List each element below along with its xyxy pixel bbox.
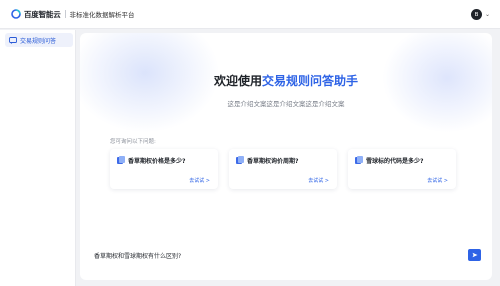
suggestion-card[interactable]: 雪球标的代码是多少? 去试试 >: [348, 149, 456, 189]
try-link[interactable]: 去试试 >: [308, 177, 329, 184]
baidu-cloud-logo-icon: [11, 9, 21, 19]
book-icon: [236, 156, 244, 164]
title-prefix: 欢迎使用: [213, 74, 262, 88]
brand-name: 百度智能云: [24, 9, 61, 19]
book-icon: [117, 156, 125, 164]
suggestion-hint: 您可询问以下问题:: [110, 139, 156, 145]
send-icon: [472, 252, 477, 258]
book-icon: [355, 156, 363, 164]
suggestion-question: 香草期权价格是多少?: [128, 158, 186, 165]
suggestion-card[interactable]: 香草期权询价周期? 去试试 >: [229, 149, 337, 189]
suggestion-question: 香草期权询价周期?: [247, 158, 299, 165]
page-title: 欢迎使用交易规则问答助手: [80, 72, 492, 89]
top-bar: 百度智能云 非标准化数据解析平台 B ⌄: [0, 0, 500, 29]
chat-input[interactable]: 香草期权和雪球期权有什么区别?: [88, 247, 484, 264]
avatar[interactable]: B: [470, 9, 482, 20]
page-subtitle: 这是介绍文案这是介绍文案这是介绍文案: [227, 100, 345, 108]
suggestion-card[interactable]: 香草期权价格是多少? 去试试 >: [110, 149, 218, 189]
sidebar-item-label: 交易规则问答: [20, 37, 57, 45]
platform-name: 非标准化数据解析平台: [69, 11, 135, 19]
main-panel: 欢迎使用交易规则问答助手 这是介绍文案这是介绍文案这是介绍文案 您可询问以下问题…: [80, 33, 492, 280]
user-menu[interactable]: B ⌄: [470, 9, 490, 20]
sidebar-item-trading-rules-qa[interactable]: 交易规则问答: [5, 33, 73, 47]
sidebar: 交易规则问答: [0, 30, 76, 286]
chat-icon: [9, 36, 17, 44]
chat-input-value[interactable]: 香草期权和雪球期权有什么区别?: [94, 251, 181, 260]
logo[interactable]: 百度智能云 非标准化数据解析平台: [11, 9, 135, 20]
send-button[interactable]: [468, 249, 481, 261]
brand-divider: [64, 10, 66, 18]
suggestion-question: 雪球标的代码是多少?: [366, 158, 424, 165]
chevron-down-icon[interactable]: ⌄: [485, 11, 490, 18]
try-link[interactable]: 去试试 >: [427, 177, 448, 184]
try-link[interactable]: 去试试 >: [189, 177, 210, 184]
title-highlight: 交易规则问答助手: [262, 74, 359, 88]
